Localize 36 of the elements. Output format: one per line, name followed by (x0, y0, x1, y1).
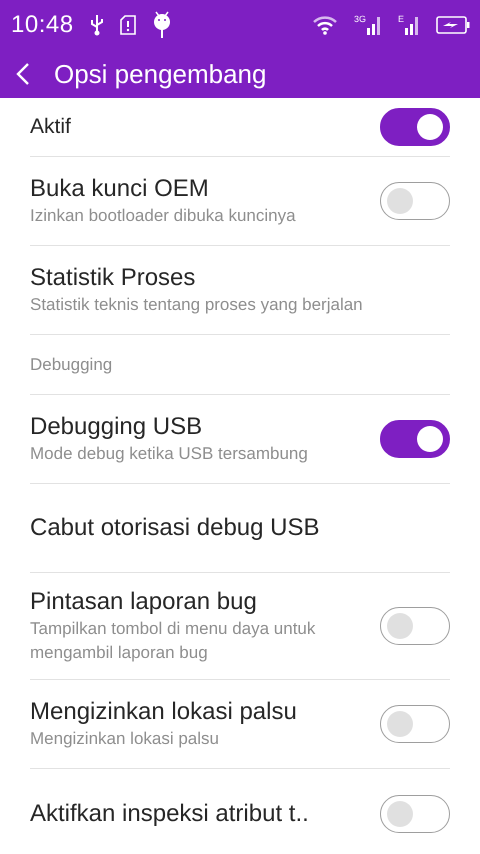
setting-description: Izinkan bootloader dibuka kuncinya (30, 205, 296, 227)
setting-title: Debugging USB (30, 412, 204, 442)
setting-title: Aktif (30, 114, 71, 140)
battery-charging-icon (436, 16, 470, 34)
settings-row[interactable]: Statistik Proses Statistik teknis tentang proses yang berjalan (30, 246, 450, 335)
toggle-switch[interactable] (380, 420, 450, 458)
wifi-icon (312, 15, 338, 35)
settings-row[interactable]: Aktifkan inspeksi atribut t.. (30, 769, 450, 854)
toggle-switch[interactable] (380, 108, 450, 146)
settings-row[interactable]: Pintasan laporan bug Tampilkan tombol di menu daya untuk mengambil laporan bug (30, 573, 450, 680)
sim-alert-icon (120, 15, 136, 35)
setting-title: Buka kunci OEM (30, 174, 210, 204)
setting-title: Aktifkan inspeksi atribut t.. (30, 798, 309, 828)
toggle-switch[interactable] (380, 794, 450, 832)
settings-row[interactable]: Mengizinkan lokasi palsu Mengizinkan lokasi palsu (30, 680, 450, 769)
usb-icon (90, 14, 104, 36)
setting-description: Mode debug ketika USB tersambung (30, 443, 308, 465)
toggle-switch[interactable] (380, 705, 450, 743)
toggle-switch[interactable] (380, 182, 450, 220)
screen-title: Opsi pengembang (54, 58, 266, 90)
setting-description: Mengizinkan lokasi palsu (30, 728, 220, 750)
setting-title: Cabut otorisasi debug USB (30, 513, 320, 543)
setting-title: Statistik Proses (30, 263, 196, 293)
setting-title: Mengizinkan lokasi palsu (30, 697, 297, 727)
section-header: Debugging (30, 354, 112, 376)
back-icon[interactable] (16, 62, 30, 86)
toggle-switch[interactable] (380, 607, 450, 645)
android-icon (152, 11, 172, 39)
settings-row[interactable]: Aktif (30, 98, 450, 157)
settings-row[interactable]: Cabut otorisasi debug USB (30, 484, 450, 573)
setting-title: Pintasan laporan bug (30, 587, 258, 617)
settings-row[interactable]: Debugging USB Mode debug ketika USB tersambung (30, 395, 450, 484)
settings-row[interactable]: Buka kunci OEM Izinkan bootloader dibuka kuncinya (30, 157, 450, 246)
setting-description: Tampilkan tombol di menu daya untuk mengambil laporan bug (30, 618, 316, 664)
setting-description: Statistik teknis tentang proses yang berjalan (30, 294, 363, 316)
clock: 10:48 (11, 10, 74, 40)
